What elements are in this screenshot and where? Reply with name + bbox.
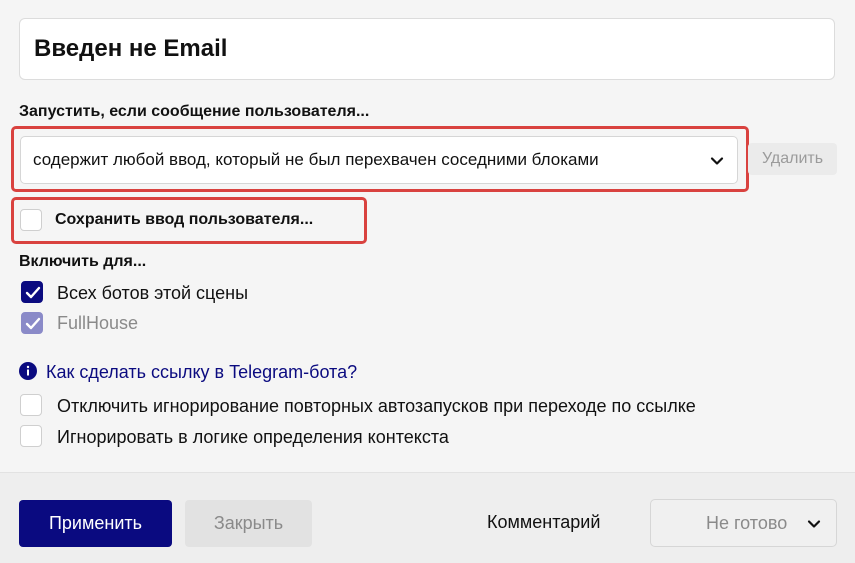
info-icon <box>19 362 37 380</box>
telegram-link-help[interactable]: Как сделать ссылку в Telegram-бота? <box>46 362 357 383</box>
comment-button[interactable]: Комментарий <box>487 512 600 533</box>
apply-button[interactable]: Применить <box>19 500 172 547</box>
checkmark-icon <box>25 286 41 299</box>
ignore-context-label: Игнорировать в логике определения контек… <box>57 427 449 447</box>
fullhouse-checkbox[interactable] <box>21 312 43 334</box>
delete-button[interactable]: Удалить <box>748 143 837 175</box>
status-select-value: Не готово <box>706 513 788 533</box>
block-name-input[interactable]: Введен не Email <box>19 18 835 80</box>
chevron-down-icon <box>807 520 821 528</box>
enable-for-label: Включить для... <box>19 253 147 270</box>
close-button[interactable]: Закрыть <box>185 500 312 547</box>
trigger-select[interactable]: содержит любой ввод, который не был пере… <box>20 136 738 184</box>
chevron-down-icon <box>710 157 724 165</box>
status-select[interactable]: Не готово <box>650 499 837 547</box>
block-settings-panel: Введен не Email Запустить, если сообщени… <box>0 0 855 472</box>
checkmark-icon <box>25 317 41 330</box>
disable-ignore-autostart-label: Отключить игнорирование повторных автоза… <box>57 396 696 416</box>
all-bots-label: Всех ботов этой сцены <box>57 283 249 303</box>
save-input-label: Сохранить ввод пользователя... <box>55 211 314 228</box>
ignore-context-checkbox[interactable] <box>20 425 42 447</box>
fullhouse-label: FullHouse <box>57 313 139 333</box>
trigger-label: Запустить, если сообщение пользователя..… <box>19 103 370 120</box>
all-bots-checkbox[interactable] <box>21 281 43 303</box>
trigger-select-value: содержит любой ввод, который не был пере… <box>33 150 599 169</box>
save-input-checkbox[interactable] <box>20 209 42 231</box>
disable-ignore-autostart-checkbox[interactable] <box>20 394 42 416</box>
